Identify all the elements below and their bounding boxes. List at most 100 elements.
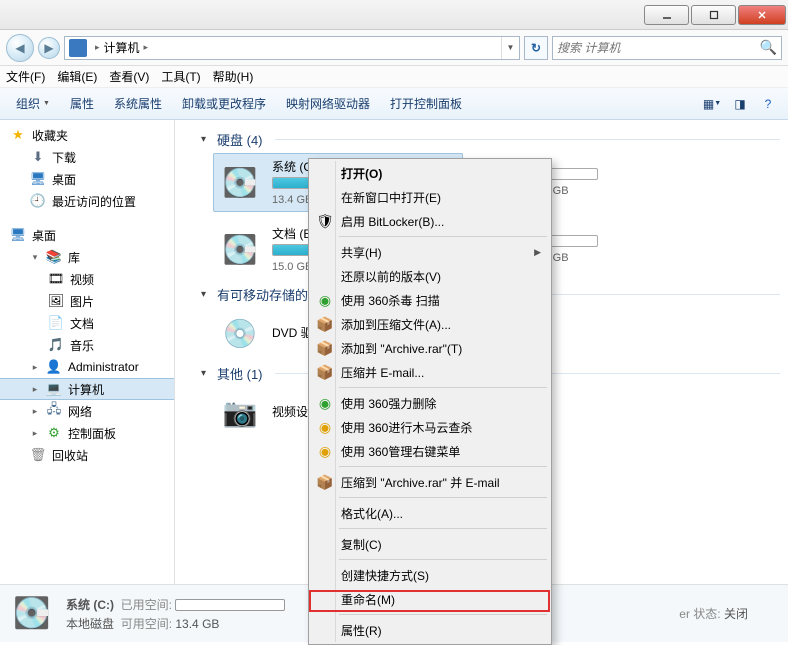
network-icon: 🖧 bbox=[46, 403, 62, 419]
menu-file[interactable]: 文件(F) bbox=[6, 68, 45, 85]
ctx-properties[interactable]: 属性(R) bbox=[311, 618, 549, 642]
navigation-pane: ★收藏夹 ⬇下载 🖥桌面 🕘最近访问的位置 🖥桌面 ▾📚库 🎞视频 🖼图片 📄文… bbox=[0, 120, 175, 584]
download-icon: ⬇ bbox=[30, 149, 46, 165]
tree-videos[interactable]: 🎞视频 bbox=[0, 268, 174, 290]
search-icon: 🔍 bbox=[760, 39, 777, 56]
expand-icon[interactable]: ▸ bbox=[30, 384, 40, 394]
user-icon: 👤 bbox=[46, 359, 62, 375]
context-menu: 打开(O) 在新窗口中打开(E) 🛡启用 BitLocker(B)... 共享(… bbox=[308, 158, 552, 645]
toolbar-map-drive[interactable]: 映射网络驱动器 bbox=[276, 91, 380, 116]
ctx-create-shortcut[interactable]: 创建快捷方式(S) bbox=[311, 563, 549, 587]
360-icon: ◉ bbox=[316, 442, 334, 460]
hdd-icon: 💽 bbox=[10, 592, 54, 636]
ctx-copy[interactable]: 复制(C) bbox=[311, 532, 549, 556]
refresh-button[interactable]: ↻ bbox=[524, 36, 548, 60]
ctx-compress-email[interactable]: 📦压缩并 E-mail... bbox=[311, 360, 549, 384]
minimize-button[interactable] bbox=[644, 5, 689, 25]
picture-icon: 🖼 bbox=[48, 293, 64, 309]
group-hdd[interactable]: ▾硬盘 (4) bbox=[201, 130, 780, 149]
collapse-icon[interactable]: ▾ bbox=[201, 368, 211, 379]
menu-tools[interactable]: 工具(T) bbox=[161, 68, 200, 85]
search-input[interactable] bbox=[557, 41, 760, 55]
navigation-bar: ◀ ▶ ▸计算机▸ ▼ ↻ 🔍 bbox=[0, 30, 788, 66]
toolbar-properties[interactable]: 属性 bbox=[60, 91, 104, 116]
shield-icon: 🛡 bbox=[316, 212, 334, 230]
view-mode-button[interactable]: ▦▼ bbox=[698, 92, 726, 116]
winrar-icon: 📦 bbox=[316, 339, 334, 357]
address-dropdown[interactable]: ▼ bbox=[501, 37, 519, 59]
document-icon: 📄 bbox=[48, 315, 64, 331]
expand-icon[interactable]: ▸ bbox=[30, 406, 40, 416]
tree-pictures[interactable]: 🖼图片 bbox=[0, 290, 174, 312]
ctx-360-trojan-scan[interactable]: ◉使用 360进行木马云查杀 bbox=[311, 415, 549, 439]
ctx-format[interactable]: 格式化(A)... bbox=[311, 501, 549, 525]
ctx-restore-versions[interactable]: 还原以前的版本(V) bbox=[311, 264, 549, 288]
ctx-rename[interactable]: 重命名(M) bbox=[311, 587, 549, 611]
close-button[interactable] bbox=[738, 5, 786, 25]
tree-music[interactable]: 🎵音乐 bbox=[0, 334, 174, 356]
music-icon: 🎵 bbox=[48, 337, 64, 353]
ctx-open[interactable]: 打开(O) bbox=[311, 161, 549, 185]
ctx-bitlocker[interactable]: 🛡启用 BitLocker(B)... bbox=[311, 209, 549, 233]
expand-icon[interactable]: ▸ bbox=[30, 362, 40, 372]
menu-view[interactable]: 查看(V) bbox=[109, 68, 149, 85]
ctx-add-archive[interactable]: 📦添加到压缩文件(A)... bbox=[311, 312, 549, 336]
toolbar: 组织▼ 属性 系统属性 卸载或更改程序 映射网络驱动器 打开控制面板 ▦▼ ◨ … bbox=[0, 88, 788, 120]
ctx-360-force-delete[interactable]: ◉使用 360强力删除 bbox=[311, 391, 549, 415]
preview-pane-button[interactable]: ◨ bbox=[726, 92, 754, 116]
details-usage-bar bbox=[175, 599, 285, 611]
webcam-icon: 📷 bbox=[218, 392, 262, 432]
toolbar-control-panel[interactable]: 打开控制面板 bbox=[380, 91, 472, 116]
ctx-360-manage-menu[interactable]: ◉使用 360管理右键菜单 bbox=[311, 439, 549, 463]
tree-computer[interactable]: ▸💻计算机 bbox=[0, 378, 174, 400]
menu-edit[interactable]: 编辑(E) bbox=[57, 68, 97, 85]
expand-icon[interactable]: ▸ bbox=[30, 428, 40, 438]
toolbar-uninstall[interactable]: 卸载或更改程序 bbox=[172, 91, 276, 116]
tree-desktop-root[interactable]: 🖥桌面 bbox=[0, 224, 174, 246]
maximize-button[interactable] bbox=[691, 5, 736, 25]
star-icon: ★ bbox=[10, 127, 26, 143]
tree-downloads[interactable]: ⬇下载 bbox=[0, 146, 174, 168]
collapse-icon[interactable]: ▾ bbox=[30, 252, 40, 262]
tree-documents[interactable]: 📄文档 bbox=[0, 312, 174, 334]
computer-icon bbox=[69, 39, 87, 57]
ctx-share[interactable]: 共享(H)▶ bbox=[311, 240, 549, 264]
breadcrumb-computer[interactable]: 计算机 bbox=[104, 39, 140, 56]
recycle-icon: 🗑 bbox=[30, 447, 46, 463]
tree-recycle[interactable]: 🗑回收站 bbox=[0, 444, 174, 466]
details-bitlocker: 关闭 bbox=[724, 607, 748, 621]
ctx-360-scan[interactable]: ◉使用 360杀毒 扫描 bbox=[311, 288, 549, 312]
ctx-compress-to-email[interactable]: 📦压缩到 "Archive.rar" 并 E-mail bbox=[311, 470, 549, 494]
desktop-icon: 🖥 bbox=[10, 227, 26, 243]
submenu-arrow-icon: ▶ bbox=[534, 247, 541, 258]
ctx-add-to-archive-rar[interactable]: 📦添加到 "Archive.rar"(T) bbox=[311, 336, 549, 360]
menu-help[interactable]: 帮助(H) bbox=[213, 68, 254, 85]
forward-button[interactable]: ▶ bbox=[38, 37, 60, 59]
tree-favorites[interactable]: ★收藏夹 bbox=[0, 124, 174, 146]
winrar-icon: 📦 bbox=[316, 363, 334, 381]
winrar-icon: 📦 bbox=[316, 473, 334, 491]
window-titlebar bbox=[0, 0, 788, 30]
360-icon: ◉ bbox=[316, 394, 334, 412]
tree-administrator[interactable]: ▸👤Administrator bbox=[0, 356, 174, 378]
hdd-icon: 💽 bbox=[218, 230, 262, 270]
tree-libraries[interactable]: ▾📚库 bbox=[0, 246, 174, 268]
collapse-icon[interactable]: ▾ bbox=[201, 289, 211, 300]
back-button[interactable]: ◀ bbox=[6, 34, 34, 62]
dvd-icon: 💿 bbox=[218, 313, 262, 353]
toolbar-organize[interactable]: 组织▼ bbox=[6, 91, 60, 116]
ctx-open-new-window[interactable]: 在新窗口中打开(E) bbox=[311, 185, 549, 209]
360-icon: ◉ bbox=[316, 418, 334, 436]
tree-network[interactable]: ▸🖧网络 bbox=[0, 400, 174, 422]
tree-control-panel[interactable]: ▸⚙控制面板 bbox=[0, 422, 174, 444]
search-box[interactable]: 🔍 bbox=[552, 36, 782, 60]
toolbar-system-properties[interactable]: 系统属性 bbox=[104, 91, 172, 116]
address-bar[interactable]: ▸计算机▸ ▼ bbox=[64, 36, 520, 60]
recent-icon: 🕘 bbox=[30, 193, 46, 209]
collapse-icon[interactable]: ▾ bbox=[201, 134, 211, 145]
help-button[interactable]: ? bbox=[754, 92, 782, 116]
tree-recent[interactable]: 🕘最近访问的位置 bbox=[0, 190, 174, 212]
details-free: 13.4 GB bbox=[175, 617, 219, 631]
tree-desktop[interactable]: 🖥桌面 bbox=[0, 168, 174, 190]
details-type: 本地磁盘 bbox=[66, 617, 114, 631]
